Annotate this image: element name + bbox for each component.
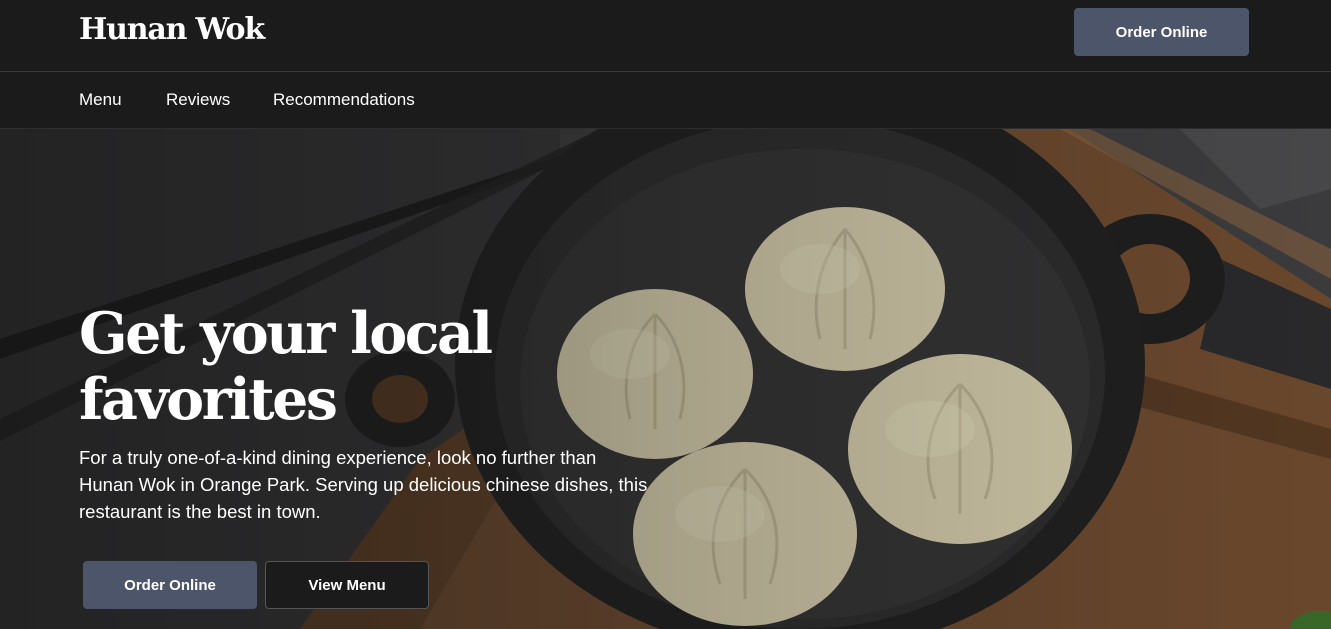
hero-description: For a truly one-of-a-kind dining experie… bbox=[79, 447, 648, 522]
hero-title: Get your local favorites bbox=[79, 300, 493, 433]
nav-item-menu[interactable]: Menu bbox=[79, 90, 122, 110]
nav-item-reviews[interactable]: Reviews bbox=[166, 90, 230, 110]
brand-logo[interactable]: Hunan Wok bbox=[79, 12, 265, 47]
nav-item-recommendations[interactable]: Recommendations bbox=[273, 90, 415, 110]
main-nav: Menu Reviews Recommendations bbox=[0, 73, 1331, 129]
hero-order-online-button[interactable]: Order Online bbox=[83, 561, 257, 609]
view-menu-button[interactable]: View Menu bbox=[265, 561, 429, 609]
header-order-online-button[interactable]: Order Online bbox=[1074, 8, 1249, 56]
top-bar: Hunan Wok Order Online bbox=[0, 0, 1331, 72]
hero-section: Get your local favorites For a truly one… bbox=[0, 129, 1331, 629]
